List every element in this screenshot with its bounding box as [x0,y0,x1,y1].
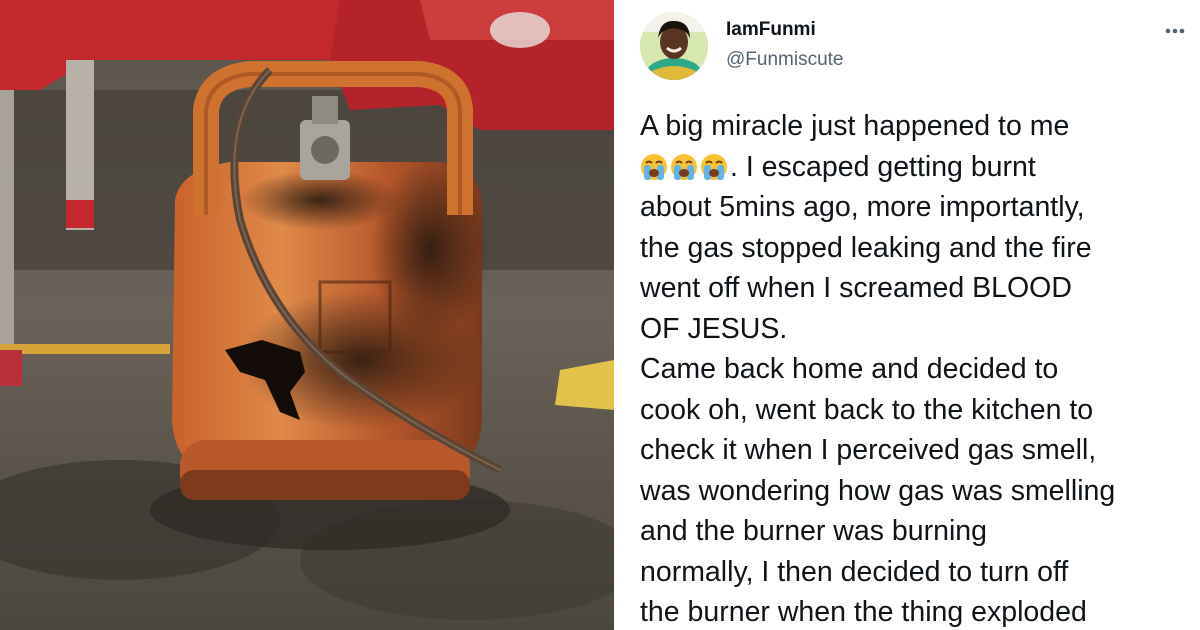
loudly-crying-face-icon [700,151,730,183]
profile-photo-icon [640,12,708,80]
burnt-gas-cylinder-photo [0,0,614,630]
tweet-line: went off when I screamed BLOOD [640,272,1072,304]
tweet-line: check it when I perceived gas smell, [640,434,1097,466]
tweet-line-with-emoji: . I escaped getting burnt [640,147,1198,188]
tweet-line: A big miracle just happened to me [640,110,1070,142]
tweet-line: about 5mins ago, more importantly, [640,191,1085,223]
tweet-photo[interactable] [0,0,614,630]
user-handle[interactable]: @Funmiscute [726,49,844,71]
loudly-crying-face-icon [640,151,670,183]
tweet-line: OF JESUS. [640,312,788,345]
tweet-line: cook oh, went back to the kitchen to [640,393,1094,426]
loudly-crying-face-icon [670,151,700,183]
tweet-line: the burner when the thing exploded [640,596,1087,628]
tweet-line: and the burner was burning [640,515,987,547]
display-name[interactable]: IamFunmi [726,19,816,41]
avatar[interactable] [640,12,708,80]
tweet-card[interactable]: IamFunmi @Funmiscute A big miracle just … [620,0,1200,630]
tweet-line: the gas stopped leaking and the fire [640,231,1092,264]
tweet-line: Came back home and decided to [640,353,1059,385]
tweet-text: A big miracle just happened to me . I es… [640,106,1198,630]
tweet-line: normally, I then decided to turn off [640,555,1069,588]
tweet-line: was wondering how gas was smelling [640,474,1116,507]
more-horizontal-icon[interactable] [1160,16,1190,46]
tweet-line-text: . I escaped getting burnt [730,150,1036,183]
